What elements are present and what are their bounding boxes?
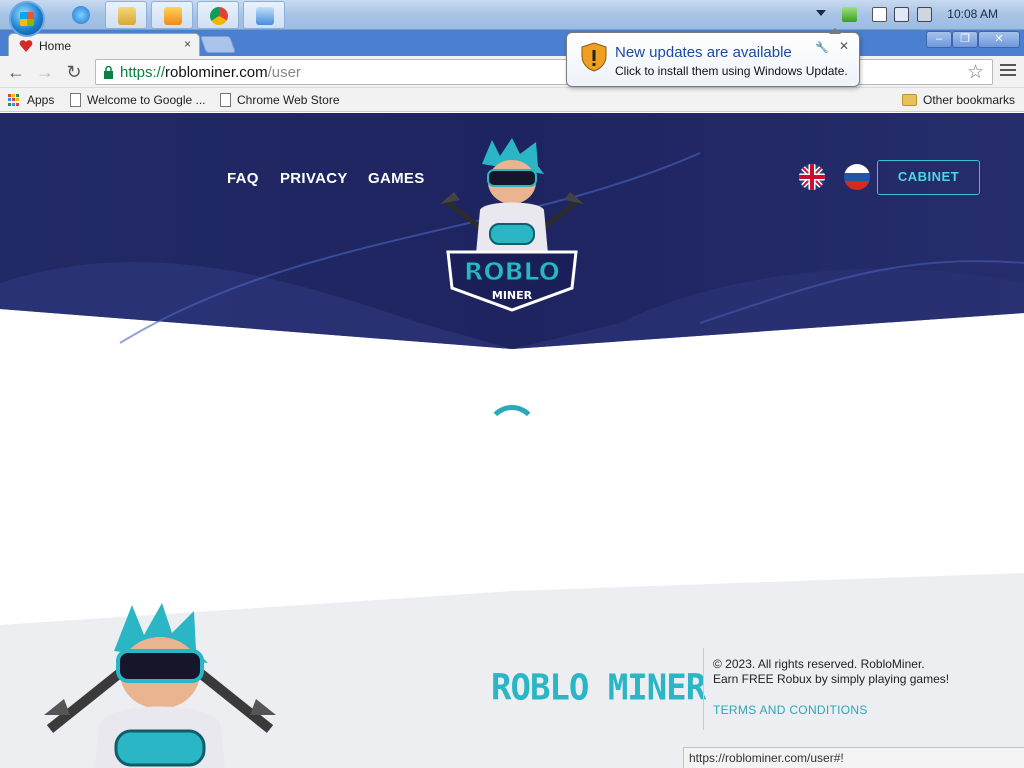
bookmark-apps[interactable]: Apps [8, 93, 54, 107]
new-tab-button[interactable] [199, 36, 237, 53]
options-wrench-icon[interactable]: 🔧 [815, 41, 829, 54]
nav-faq[interactable]: FAQ [227, 170, 259, 187]
logo-wordmark: ROBLO [464, 257, 560, 286]
bookmarks-bar: Apps Welcome to Google ... Chrome Web St… [0, 88, 1024, 112]
media-player-icon [164, 7, 182, 25]
chrome-menu-icon[interactable] [1000, 64, 1016, 78]
copyright-text: © 2023. All rights reserved. RobloMiner. [713, 657, 925, 671]
russia-flag-icon[interactable] [844, 164, 870, 190]
tab-title: Home [39, 39, 72, 53]
taskbar-remote[interactable] [243, 1, 285, 29]
maximize-button[interactable]: ❐ [952, 31, 978, 48]
back-arrow-icon[interactable]: ← [6, 62, 26, 82]
chevron-down-icon[interactable] [816, 10, 826, 18]
volume-icon[interactable] [917, 7, 932, 22]
terms-link[interactable]: TERMS AND CONDITIONS [713, 703, 868, 717]
lock-icon [104, 66, 113, 79]
roblo-miner-logo[interactable]: ROBLO MINER [440, 138, 584, 314]
chrome-icon [210, 7, 228, 25]
footer-divider [703, 648, 704, 730]
bookmark-web-store[interactable]: Chrome Web Store [220, 93, 340, 107]
tagline-text: Earn FREE Robux by simply playing games! [713, 672, 950, 686]
reload-icon[interactable]: ↻ [64, 62, 84, 82]
mascot-illustration [44, 603, 276, 768]
status-bar-url: https://roblominer.com/user#! [683, 747, 1024, 768]
close-window-button[interactable]: ✕ [978, 31, 1020, 48]
browser-tab-strip: Home × – ❐ ✕ [0, 30, 1024, 57]
forward-arrow-icon[interactable]: → [35, 62, 55, 82]
monitor-icon [256, 7, 274, 25]
bookmark-label: Welcome to Google ... [87, 93, 206, 107]
nav-games[interactable]: GAMES [368, 170, 425, 187]
browser-toolbar: ← → ↻ https://roblominer.com/user ☆ [0, 56, 1024, 88]
network-icon[interactable] [894, 7, 909, 22]
taskbar-ie[interactable] [60, 1, 102, 29]
windows-logo-icon [20, 12, 34, 26]
taskbar-explorer[interactable] [105, 1, 147, 29]
action-center-flag-icon[interactable] [872, 7, 887, 22]
heart-favicon-icon [19, 40, 33, 52]
bookmark-label: Other bookmarks [923, 93, 1016, 107]
bookmark-label: Apps [27, 93, 55, 107]
close-icon[interactable]: × [184, 37, 191, 51]
bookmark-label: Chrome Web Store [237, 93, 340, 107]
taskbar-chrome[interactable] [197, 1, 239, 29]
uk-flag-icon[interactable] [799, 164, 825, 190]
page-icon [70, 93, 81, 107]
nav-privacy[interactable]: PRIVACY [280, 170, 348, 187]
loading-spinner [486, 405, 538, 457]
footer-brand: ROBLO MINER [491, 667, 706, 709]
close-icon[interactable]: ✕ [839, 39, 849, 53]
screen: { "taskbar": { "clock": "10:08 AM", "app… [0, 0, 1024, 768]
bookmark-welcome[interactable]: Welcome to Google ... [70, 93, 206, 107]
windows-taskbar: 10:08 AM [0, 0, 1024, 37]
clock[interactable]: 10:08 AM [947, 7, 998, 21]
bookmark-star-icon[interactable]: ☆ [967, 61, 984, 84]
apps-grid-icon [8, 93, 21, 107]
start-button[interactable] [9, 1, 45, 37]
cabinet-button[interactable]: CABINET [877, 160, 980, 195]
minimize-button[interactable]: – [926, 31, 952, 48]
notification-title: New updates are available [615, 44, 792, 61]
folder-icon [118, 7, 136, 25]
system-tray: 10:08 AM [814, 0, 1024, 30]
internet-explorer-icon [72, 6, 90, 24]
folder-icon [902, 94, 917, 106]
page-icon [220, 93, 231, 107]
bookmark-other[interactable]: Other bookmarks [902, 93, 1015, 107]
web-page: FAQ PRIVACY GAMES ROBLO MINER CABINET RO… [0, 113, 1024, 768]
windows-update-notification[interactable]: New updates are available Click to insta… [566, 28, 860, 87]
warning-shield-icon [581, 42, 607, 72]
tab-home[interactable]: Home × [8, 33, 200, 57]
logo-subtitle: MINER [492, 289, 533, 302]
footer-copyright: © 2023. All rights reserved. RobloMiner.… [713, 657, 949, 687]
url-text: https://roblominer.com/user [120, 64, 301, 81]
notification-text: Click to install them using Windows Upda… [615, 64, 848, 78]
taskbar-media-player[interactable] [151, 1, 193, 29]
windows-update-icon[interactable] [842, 7, 857, 22]
